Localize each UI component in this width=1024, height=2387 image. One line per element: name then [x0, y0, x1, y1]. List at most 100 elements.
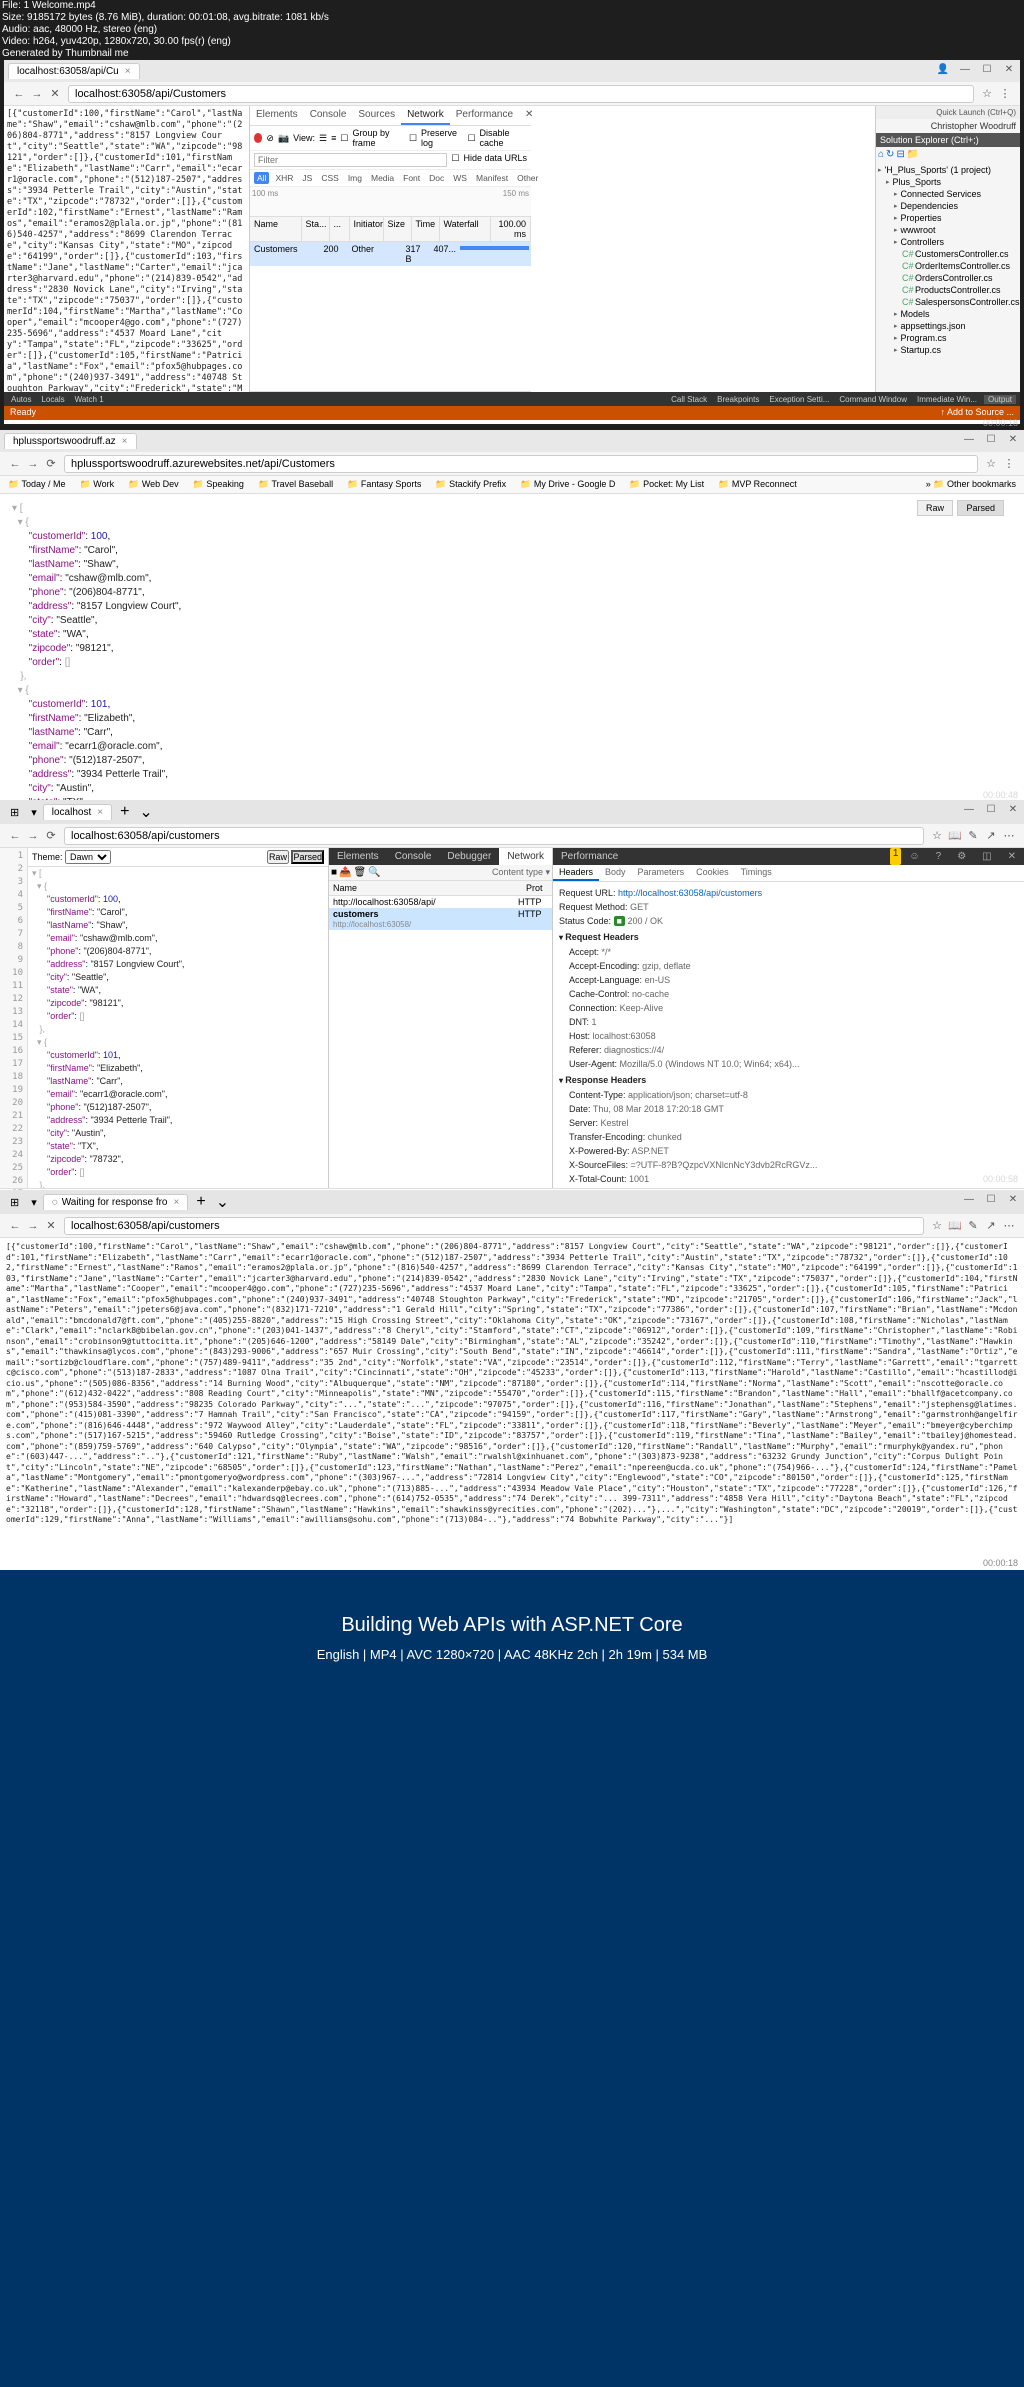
filter-input[interactable]	[254, 153, 447, 167]
network-row[interactable]: http://localhost:63058/api/ HTTP	[329, 896, 552, 908]
tree-item[interactable]: Properties	[878, 212, 1018, 224]
forward-icon[interactable]: →	[24, 830, 42, 842]
devtools-tab[interactable]: Sources	[352, 106, 401, 125]
filter-type[interactable]: Font	[400, 172, 423, 184]
forward-icon[interactable]: →	[24, 1220, 42, 1232]
close-icon[interactable]: ✕	[1002, 64, 1016, 75]
minimize-icon[interactable]: —	[962, 804, 976, 815]
close-icon[interactable]: ✕	[1006, 1194, 1020, 1205]
close-icon[interactable]: ✕	[1006, 434, 1020, 445]
other-bookmarks[interactable]: » 📁 Other bookmarks	[922, 478, 1020, 491]
url-input[interactable]: hplussportswoodruff.azurewebsites.net/ap…	[64, 455, 978, 473]
disable-cache[interactable]: Disable cache	[480, 128, 527, 148]
undock-icon[interactable]: ◫	[974, 848, 999, 865]
menu-icon[interactable]: ⋮	[1000, 457, 1018, 470]
theme-select[interactable]: Dawn	[65, 850, 111, 864]
browser-tab[interactable]: hplussportswoodruff.az×	[4, 433, 137, 449]
menu-icon[interactable]: ⋮	[996, 87, 1014, 100]
parameters-tab[interactable]: Parameters	[632, 865, 691, 881]
url-input[interactable]: localhost:63058/api/customers	[64, 1217, 924, 1235]
browser-tab[interactable]: localhost×	[43, 804, 112, 820]
bookmark-item[interactable]: 📁 Travel Baseball	[254, 478, 337, 491]
tree-item[interactable]: Dependencies	[878, 200, 1018, 212]
devtools-tab[interactable]: Debugger	[439, 848, 499, 865]
tree-item[interactable]: Plus_Sports	[878, 176, 1018, 188]
warning-badge[interactable]: 1	[890, 848, 902, 865]
back-icon[interactable]: ←	[6, 458, 24, 470]
close-icon[interactable]: ×	[125, 66, 131, 77]
view-small-icon[interactable]: ≡	[331, 133, 336, 143]
star-icon[interactable]: ☆	[978, 87, 996, 100]
parsed-button[interactable]: Parsed	[957, 500, 1004, 516]
bookmark-item[interactable]: 📁 Fantasy Sports	[343, 478, 425, 491]
star-icon[interactable]: ☆	[928, 829, 946, 842]
close-icon[interactable]: ✕	[1006, 804, 1020, 815]
debug-tab[interactable]: Locals	[38, 395, 67, 404]
bookmark-item[interactable]: 📁 MVP Reconnect	[714, 478, 801, 491]
devtools-tab[interactable]: Elements	[329, 848, 387, 865]
debug-tab[interactable]: Call Stack	[668, 395, 710, 404]
share-icon[interactable]: ↗	[982, 1219, 1000, 1232]
devtools-tab[interactable]: Performance	[553, 848, 626, 865]
raw-button[interactable]: Raw	[917, 500, 953, 516]
network-row-selected[interactable]: customershttp://localhost:63058/ HTTP	[329, 908, 552, 930]
filter-type[interactable]: Img	[345, 172, 365, 184]
tree-item[interactable]: C#ProductsController.cs	[878, 284, 1018, 296]
reload-icon[interactable]: ⟳	[42, 457, 60, 470]
share-icon[interactable]: ↗	[982, 829, 1000, 842]
stop-icon[interactable]: ✕	[42, 1219, 60, 1232]
forward-icon[interactable]: →	[24, 458, 42, 470]
back-icon[interactable]: ←	[10, 88, 28, 100]
hide-data-urls[interactable]: Hide data URLs	[463, 153, 527, 167]
more-icon[interactable]: ⋯	[1000, 1219, 1018, 1232]
preserve-log[interactable]: Preserve log	[421, 128, 463, 148]
devtools-tab[interactable]: Console	[304, 106, 353, 125]
tree-item[interactable]: Program.cs	[878, 332, 1018, 344]
back-icon[interactable]: ←	[6, 830, 24, 842]
filter-type[interactable]: WS	[450, 172, 470, 184]
group-by-frame[interactable]: Group by frame	[352, 128, 405, 148]
bookmark-item[interactable]: 📁 Stackify Prefix	[431, 478, 510, 491]
debug-tab[interactable]: Exception Setti...	[766, 395, 832, 404]
tree-item[interactable]: appsettings.json	[878, 320, 1018, 332]
star-icon[interactable]: ☆	[982, 457, 1000, 470]
camera-icon[interactable]: 📷	[278, 133, 289, 144]
bookmark-item[interactable]: 📁 Today / Me	[4, 478, 70, 491]
tree-item[interactable]: Controllers	[878, 236, 1018, 248]
debug-tab[interactable]: Breakpoints	[714, 395, 762, 404]
bookmark-item[interactable]: 📁 Pocket: My List	[625, 478, 708, 491]
reload-icon[interactable]: ⟳	[42, 829, 60, 842]
debug-tab-output[interactable]: Output	[984, 395, 1016, 404]
browser-tab-loading[interactable]: ◌ Waiting for response fro×	[43, 1194, 189, 1210]
tab-actions-icon[interactable]: ▾	[25, 1196, 43, 1209]
minimize-icon[interactable]: —	[962, 434, 976, 445]
settings-icon[interactable]: ⚙	[949, 848, 974, 865]
refresh-icon[interactable]: ↻	[886, 149, 894, 160]
stop-icon[interactable]: ■	[331, 867, 337, 878]
minimize-icon[interactable]: —	[962, 1194, 976, 1205]
maximize-icon[interactable]: ☐	[984, 1194, 998, 1205]
clear-icon[interactable]: ⊘	[266, 133, 274, 144]
url-input[interactable]: localhost:63058/api/customers	[64, 827, 924, 845]
star-icon[interactable]: ☆	[928, 1219, 946, 1232]
debug-tab[interactable]: Command Window	[836, 395, 910, 404]
filter-type[interactable]: All	[254, 172, 269, 184]
maximize-icon[interactable]: ☐	[980, 64, 994, 75]
person-icon[interactable]: 👤	[936, 64, 950, 75]
close-icon[interactable]: ×	[97, 807, 103, 818]
url-input[interactable]: localhost:63058/api/Customers	[68, 85, 974, 103]
close-icon[interactable]: ×	[122, 436, 128, 447]
devtools-tab[interactable]: Elements	[250, 106, 304, 125]
devtools-tab-network[interactable]: Network	[499, 848, 552, 865]
headers-tab[interactable]: Headers	[553, 865, 599, 881]
home-icon[interactable]: ⌂	[878, 149, 884, 160]
export-icon[interactable]: 📤	[339, 867, 351, 878]
body-tab[interactable]: Body	[599, 865, 632, 881]
filter-type[interactable]: CSS	[318, 172, 341, 184]
note-icon[interactable]: ✎	[964, 1219, 982, 1232]
maximize-icon[interactable]: ☐	[984, 434, 998, 445]
debug-tab[interactable]: Autos	[8, 395, 34, 404]
show-all-icon[interactable]: 📁	[907, 149, 919, 160]
tree-item[interactable]: 'H_Plus_Sports' (1 project)	[878, 164, 1018, 176]
filter-type[interactable]: Manifest	[473, 172, 511, 184]
